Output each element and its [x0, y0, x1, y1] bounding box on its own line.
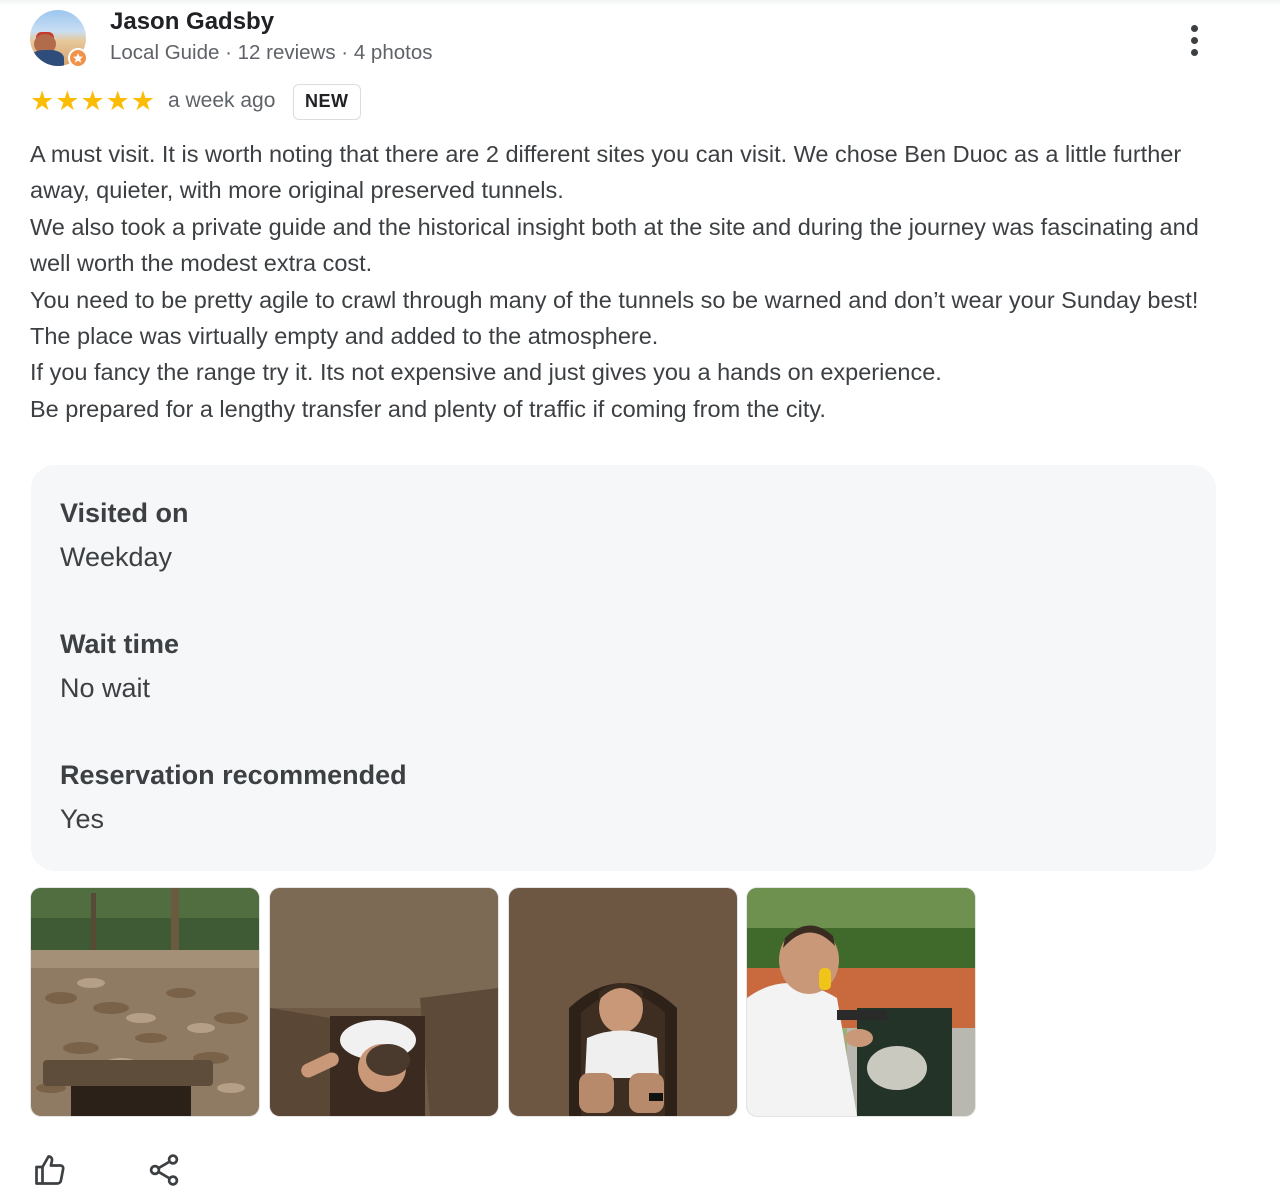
star-icon: ★: [130, 86, 156, 117]
review-text: A must visit. It is worth noting that th…: [30, 136, 1230, 427]
author-name[interactable]: Jason Gadsby: [110, 8, 274, 36]
detail-value-wait-time: No wait: [60, 673, 151, 703]
detail-value-reservation: Yes: [60, 804, 105, 834]
star-icon: ★: [105, 86, 130, 117]
photo-man-crouching-in-tunnel[interactable]: [509, 888, 737, 1116]
review-paragraph: If you fancy the range try it. Its not e…: [30, 359, 942, 386]
more-options-icon[interactable]: [1178, 18, 1210, 62]
photo-man-at-shooting-range[interactable]: [747, 888, 975, 1116]
thumbs-up-icon[interactable]: [30, 1150, 70, 1190]
top-edge-shadow: [0, 0, 1280, 6]
review-date: a week ago: [168, 89, 276, 112]
local-guide-star-icon: [68, 48, 88, 68]
detail-value-visited-on: Weekday: [60, 542, 173, 572]
star-icon: ★: [55, 86, 80, 117]
detail-label-visited-on: Visited on: [60, 498, 189, 528]
photo-man-in-tunnel-hatch[interactable]: [270, 888, 498, 1116]
review-paragraph: We also took a private guide and the his…: [30, 213, 1199, 277]
review-paragraph: Be prepared for a lengthy transfer and p…: [30, 395, 826, 422]
detail-label-reservation: Reservation recommended: [60, 760, 407, 790]
review-paragraph: A must visit. It is worth noting that th…: [30, 141, 1182, 204]
author-avatar[interactable]: [30, 10, 88, 68]
detail-label-wait-time: Wait time: [60, 629, 180, 659]
review-paragraph: The place was virtually empty and added …: [30, 323, 659, 350]
photo-tunnel-entrance-leaves[interactable]: [31, 888, 259, 1116]
review-paragraph: You need to be pretty agile to crawl thr…: [30, 286, 1199, 313]
visit-details-card: Visited on Weekday Wait time No wait Res…: [31, 465, 1216, 871]
star-rating: ★ ★ ★ ★ ★: [30, 88, 155, 116]
star-icon: ★: [30, 86, 55, 117]
new-badge: NEW: [293, 84, 361, 120]
star-icon: ★: [80, 86, 105, 117]
share-icon[interactable]: [144, 1150, 184, 1190]
author-meta[interactable]: Local Guide · 12 reviews · 4 photos: [110, 41, 432, 65]
